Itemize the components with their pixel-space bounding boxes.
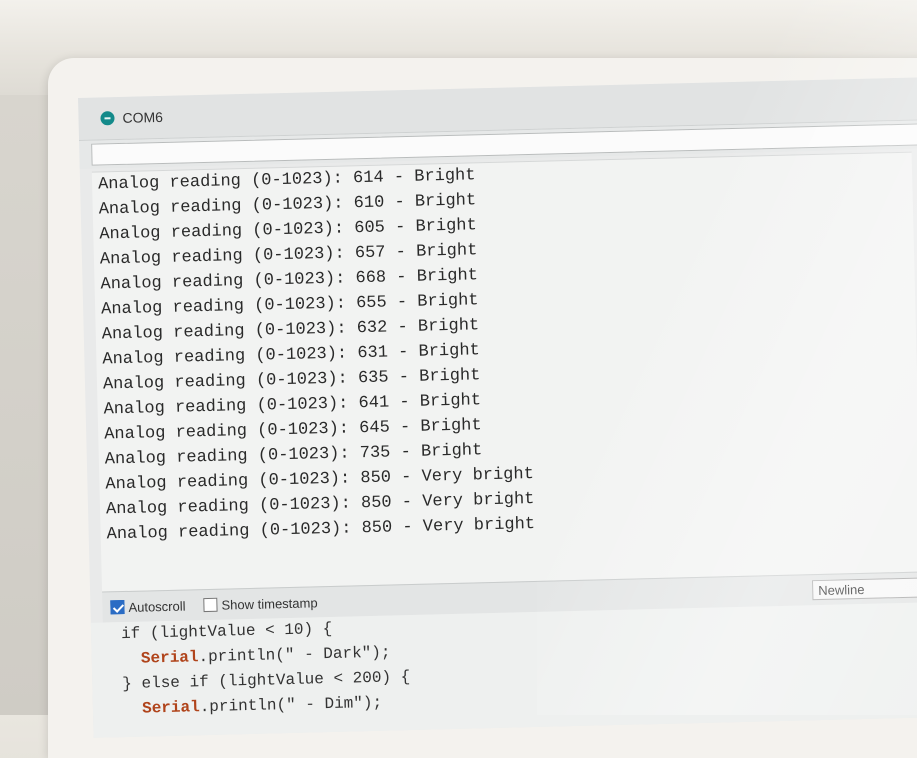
line-ending-select[interactable]: Newline ⌄ [812, 577, 917, 601]
code-editor[interactable]: if (lightValue < 10) { Serial.println(" … [90, 601, 917, 738]
show-timestamp-label: Show timestamp [221, 594, 318, 613]
autoscroll-label: Autoscroll [128, 598, 186, 615]
arduino-icon [100, 111, 115, 126]
show-timestamp-checkbox[interactable] [203, 597, 218, 613]
serial-output-area[interactable]: Analog reading (0-1023): 614 - Bright Ana… [91, 151, 917, 593]
window-title: COM6 [122, 108, 164, 126]
line-ending-value: Newline [818, 581, 865, 598]
autoscroll-checkbox[interactable] [110, 600, 125, 615]
serial-monitor-window: COM6 Analog reading (0-1023): 614 - Brig… [78, 76, 917, 738]
